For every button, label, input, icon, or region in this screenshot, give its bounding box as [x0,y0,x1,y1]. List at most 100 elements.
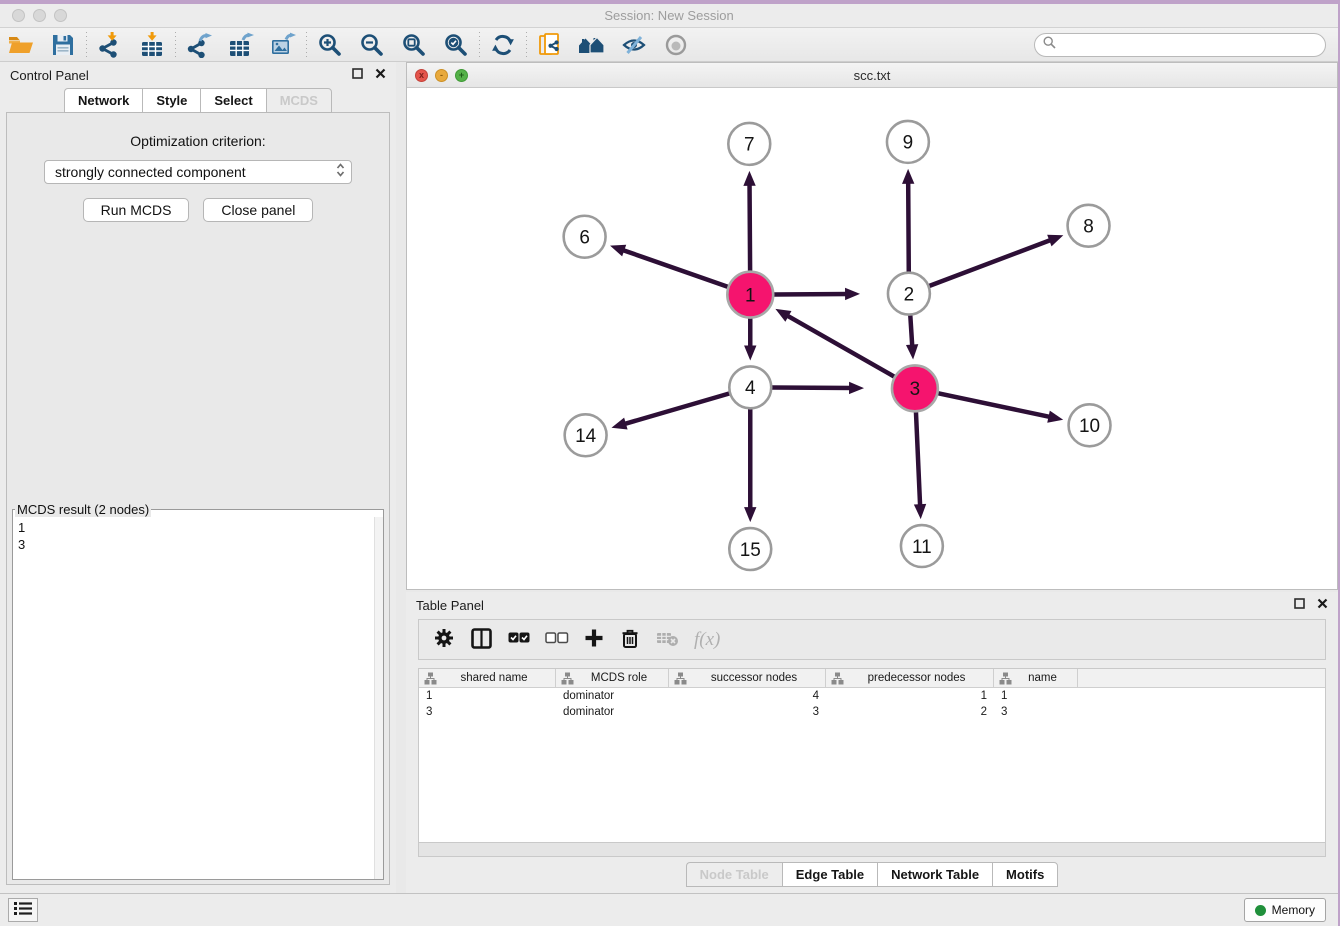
zoom-in-button[interactable] [309,29,351,61]
select-all-button[interactable] [508,631,530,648]
network-canvas[interactable]: 7968124314101511 [407,88,1337,589]
network-home-button[interactable] [571,29,613,61]
graph-node-label: 7 [744,135,755,156]
toolbar-separator [306,32,307,58]
float-panel-icon[interactable] [352,66,363,84]
window-title: Session: New Session [0,8,1338,23]
graph-edge-2-8[interactable] [929,239,1053,286]
gear-icon [433,627,455,652]
function-builder-button[interactable]: f(x) [694,629,720,651]
table-row[interactable]: 3dominator323 [419,704,1325,720]
export-image-button[interactable] [262,29,304,61]
hide-panel-button[interactable] [613,29,655,61]
close-panel-icon[interactable] [1317,596,1328,614]
home-icon [578,33,606,57]
tab-style[interactable]: Style [142,88,200,113]
tab-node-table[interactable]: Node Table [686,862,782,887]
delete-table-button[interactable] [656,628,679,651]
open-file-button[interactable] [0,29,42,61]
graph-node-label: 9 [903,133,914,154]
select-stepper-icon [336,162,345,183]
table-cell[interactable]: 3 [994,706,1078,718]
table-cell[interactable]: 1 [826,690,994,702]
table-cell[interactable]: 3 [419,706,556,718]
toolbar-separator [526,32,527,58]
export-network-button[interactable] [178,29,220,61]
column-header-name[interactable]: name [994,669,1078,687]
zoom-fit-button[interactable] [393,29,435,61]
table-horizontal-scrollbar[interactable] [418,843,1326,857]
preview-button[interactable] [655,29,697,61]
table-cell[interactable]: 3 [669,706,826,718]
deselect-all-button[interactable] [545,631,569,648]
delete-row-button[interactable] [619,627,641,652]
graph-edge-3-11[interactable] [916,412,920,508]
add-row-button[interactable] [584,628,604,651]
refresh-view-button[interactable] [482,29,524,61]
graph-edge-1-7[interactable] [750,182,751,271]
graph-node-label: 1 [745,285,756,306]
graph-node-label: 8 [1083,217,1094,238]
save-session-button[interactable] [42,29,84,61]
clone-network-button[interactable] [529,29,571,61]
column-header-shared-name[interactable]: shared name [419,669,556,687]
zoom-out-button[interactable] [351,29,393,61]
graph-edge-4-14[interactable] [622,394,729,425]
table-cell[interactable]: 4 [669,690,826,702]
column-header-label: successor nodes [687,672,825,684]
edge-arrowhead [906,344,918,359]
control-panel-title: Control Panel [10,68,89,83]
table-row[interactable]: 1dominator411 [419,688,1325,704]
column-layout-button[interactable] [470,627,493,653]
close-panel-button[interactable]: Close panel [203,198,313,222]
graph-edge-1-6[interactable] [620,249,727,286]
eye-disabled-icon [664,33,688,57]
float-panel-icon[interactable] [1294,596,1305,614]
graph-edge-2-9[interactable] [908,180,909,272]
criterion-select[interactable]: strongly connected component [44,160,352,184]
table-panel-title: Table Panel [416,598,484,613]
search-input[interactable] [1062,37,1325,52]
tab-motifs[interactable]: Motifs [992,862,1058,887]
tab-edge-table[interactable]: Edge Table [782,862,877,887]
graph-edge-3-10[interactable] [938,393,1052,417]
column-header-predecessor-nodes[interactable]: predecessor nodes [826,669,994,687]
refresh-icon [490,32,516,58]
edge-arrowhead [744,507,756,522]
close-panel-icon[interactable] [375,66,386,84]
table-cell[interactable]: 1 [994,690,1078,702]
right-column: x - + scc.txt 7968124314101511 Table Pan… [406,62,1338,893]
edge-arrowhead [1047,235,1063,247]
table-cell[interactable]: dominator [556,706,669,718]
plus-icon [584,628,604,651]
column-header-successor-nodes[interactable]: successor nodes [669,669,826,687]
tab-network-table[interactable]: Network Table [877,862,992,887]
titlebar: Session: New Session [0,4,1338,28]
table-cell[interactable]: 1 [419,690,556,702]
column-header-mcds-role[interactable]: MCDS role [556,669,669,687]
export-table-button[interactable] [220,29,262,61]
search-field[interactable] [1034,33,1326,57]
tab-select[interactable]: Select [200,88,265,113]
toolbar-separator [175,32,176,58]
result-scrollbar[interactable] [374,517,383,879]
network-view-window: x - + scc.txt 7968124314101511 [406,62,1338,590]
graph-edge-3-1[interactable] [785,314,894,376]
import-table-button[interactable] [131,29,173,61]
tab-network[interactable]: Network [64,88,142,113]
zoom-selected-button[interactable] [435,29,477,61]
table-cell[interactable]: 2 [826,706,994,718]
zoom-out-icon [359,32,385,58]
edge-arrowhead [743,171,755,186]
criterion-value: strongly connected component [55,164,336,180]
table-cell[interactable]: dominator [556,690,669,702]
run-mcds-button[interactable]: Run MCDS [83,198,190,222]
tab-mcds[interactable]: MCDS [266,88,332,113]
memory-button[interactable]: Memory [1244,898,1326,922]
import-network-button[interactable] [89,29,131,61]
table-settings-button[interactable] [433,627,455,652]
edge-arrowhead [849,382,864,394]
task-history-button[interactable] [8,898,38,922]
mcds-result-text[interactable]: 13 [13,517,383,879]
graph-edge-2-3[interactable] [910,316,912,349]
